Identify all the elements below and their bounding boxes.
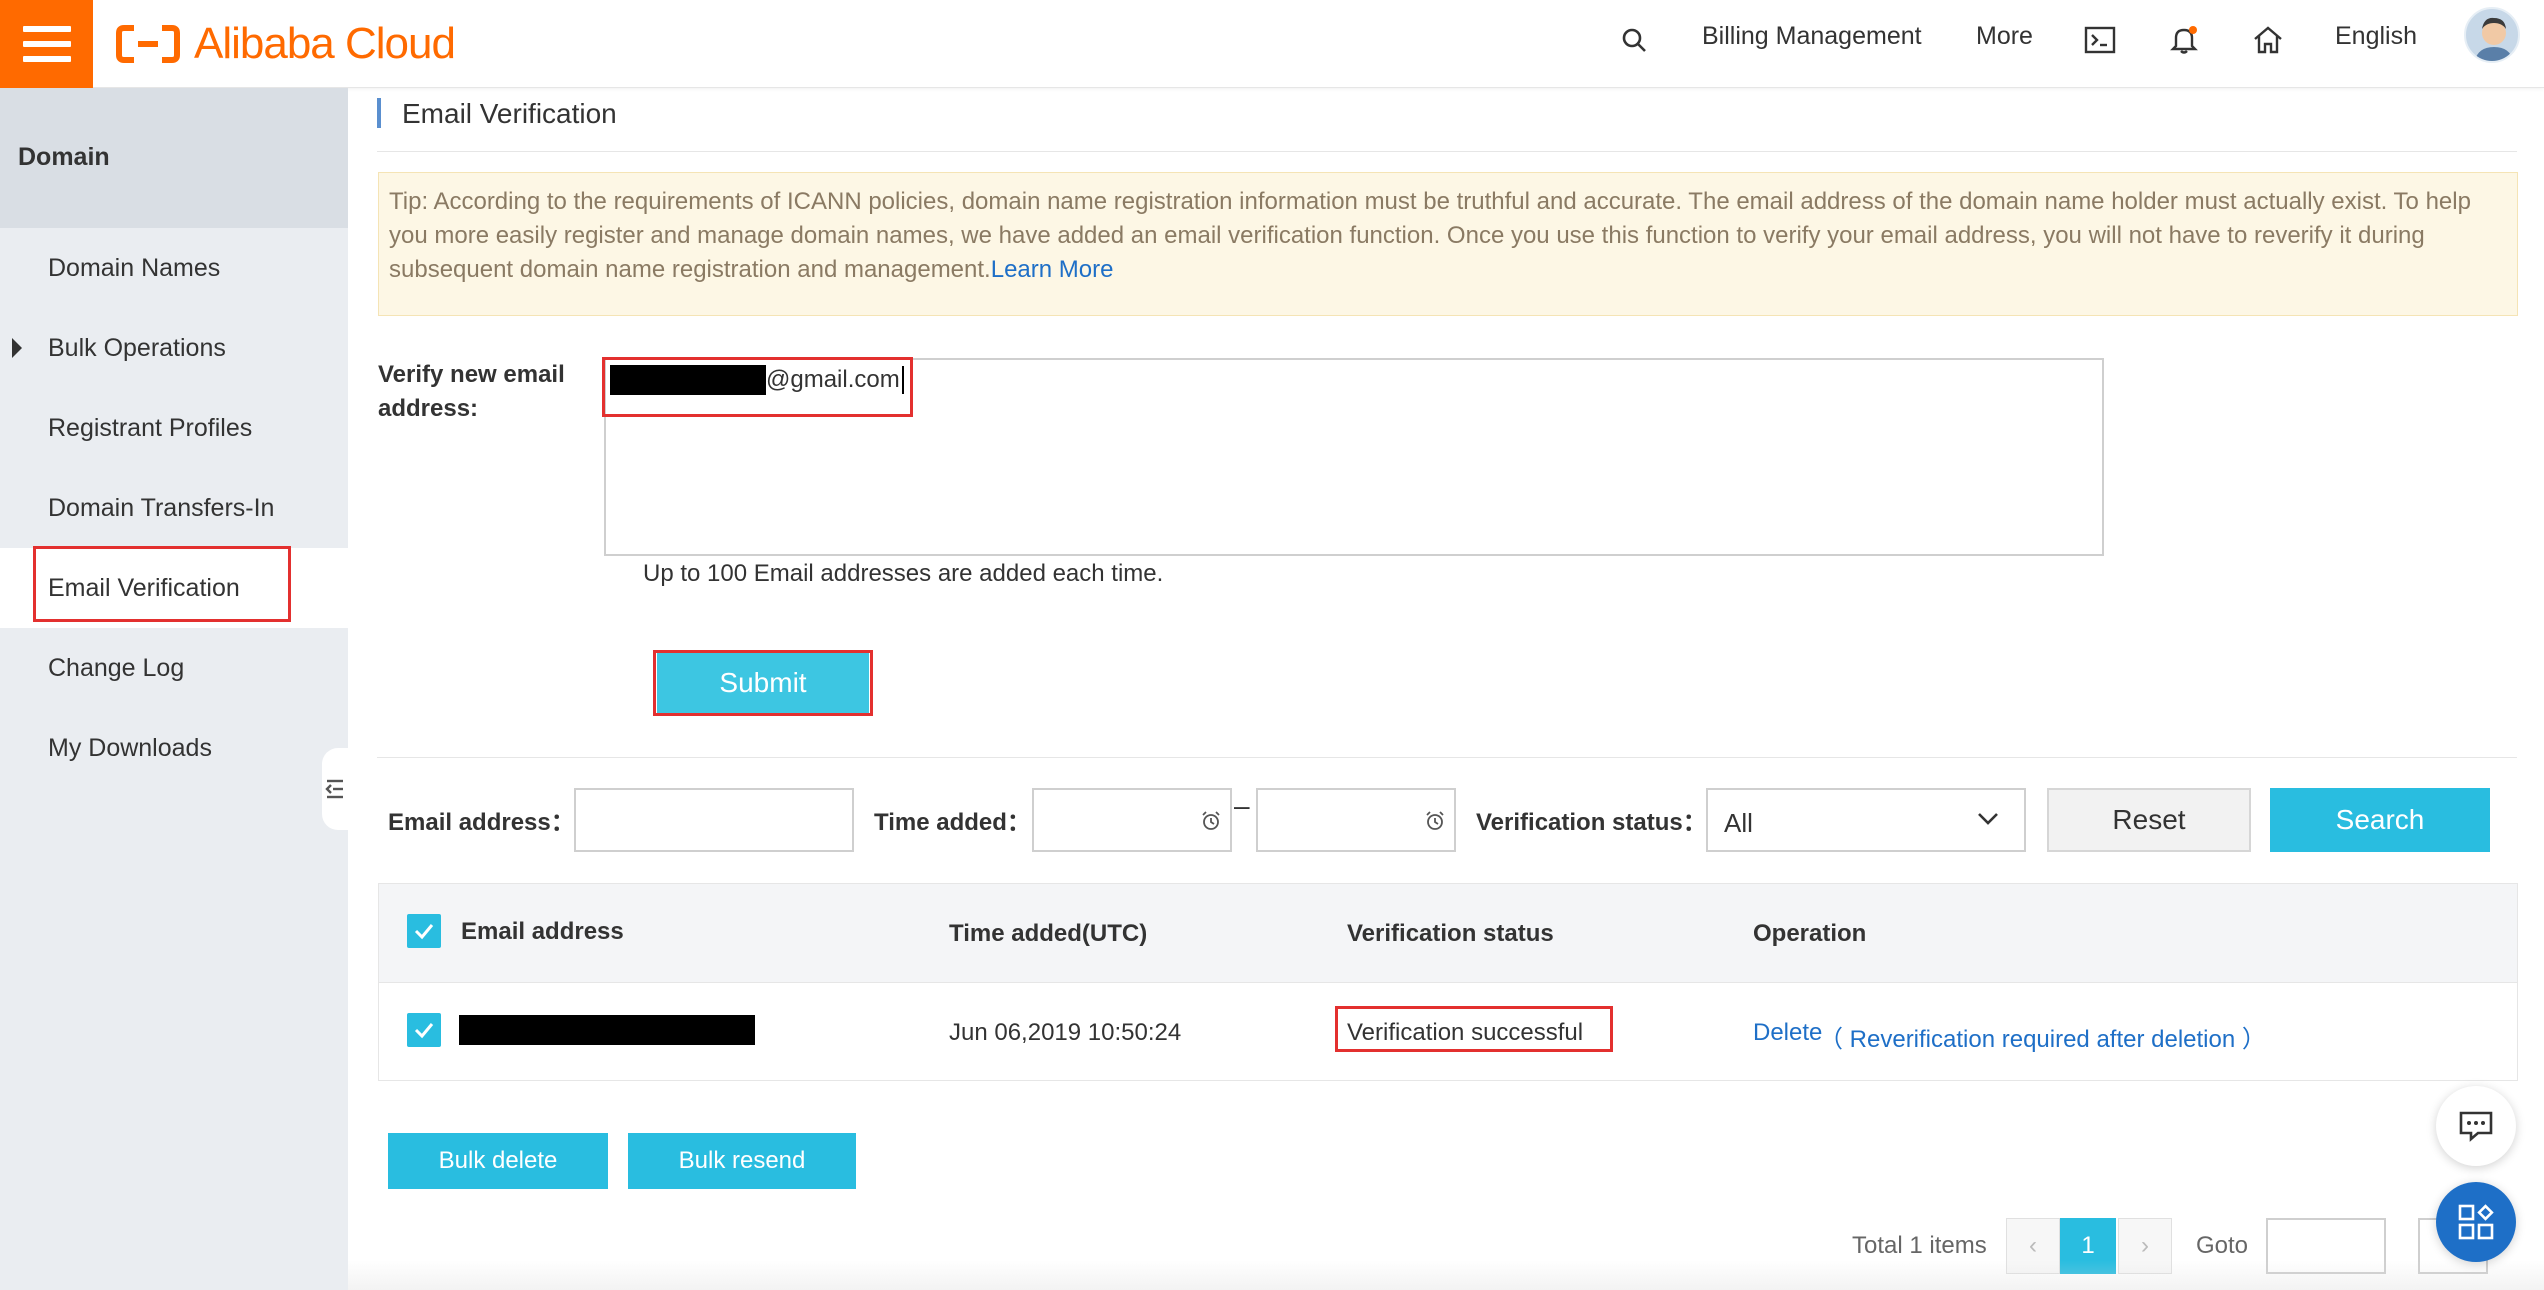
email-input-value: @gmail.com bbox=[604, 362, 904, 398]
divider bbox=[377, 757, 2517, 758]
sidebar-item-label: Bulk Operations bbox=[48, 334, 226, 362]
chat-icon[interactable] bbox=[2436, 1086, 2516, 1166]
column-email: Email address bbox=[461, 918, 624, 945]
tip-banner: Tip: According to the requirements of IC… bbox=[378, 172, 2518, 316]
verify-email-label: Verify new email address: bbox=[378, 361, 565, 422]
reset-button[interactable]: Reset bbox=[2047, 788, 2251, 852]
apps-icon[interactable] bbox=[2436, 1182, 2516, 1262]
start-date-input[interactable] bbox=[1032, 788, 1232, 852]
column-operation: Operation bbox=[1753, 920, 1867, 947]
sidebar-item-label: Domain Transfers-In bbox=[48, 494, 275, 522]
pagination-total: Total 1 items bbox=[1852, 1232, 1987, 1259]
search-button[interactable]: Search bbox=[2270, 788, 2490, 852]
clock-icon bbox=[1202, 811, 1220, 830]
email-filter-label: Email address： bbox=[388, 809, 575, 836]
user-avatar-icon bbox=[2474, 17, 2514, 61]
avatar[interactable] bbox=[2464, 7, 2520, 63]
goto-label: Goto bbox=[2196, 1232, 2249, 1259]
sidebar-title: Domain bbox=[18, 143, 110, 171]
alibaba-cloud-logo-icon bbox=[116, 25, 180, 63]
sidebar-item-domain-names[interactable]: Domain Names bbox=[0, 228, 348, 308]
check-icon bbox=[414, 924, 434, 940]
title-accent bbox=[377, 98, 381, 128]
reverification-note: （ Reverification required after deletion… bbox=[1819, 1026, 2266, 1053]
sidebar: Domain Domain Names Bulk Operations Regi… bbox=[0, 88, 348, 1290]
column-time-added: Time added(UTC) bbox=[949, 920, 1148, 947]
clock-icon bbox=[1426, 811, 1444, 830]
sidebar-item-domain-transfers-in[interactable]: Domain Transfers-In bbox=[0, 468, 348, 548]
email-hint: Up to 100 Email addresses are added each… bbox=[643, 560, 1164, 587]
divider bbox=[377, 151, 2517, 152]
status-cell: Verification successful bbox=[1347, 1019, 1584, 1046]
column-verification-status: Verification status bbox=[1347, 920, 1554, 947]
sidebar-item-label: Email Verification bbox=[48, 574, 240, 602]
submit-button[interactable]: Submit bbox=[657, 653, 869, 713]
billing-management-link[interactable]: Billing Management bbox=[1702, 22, 1922, 51]
learn-more-link[interactable]: Learn More bbox=[991, 256, 1114, 283]
text-cursor bbox=[901, 366, 904, 394]
chevron-down-icon bbox=[1978, 813, 1998, 825]
terminal-icon[interactable] bbox=[2080, 20, 2120, 60]
sidebar-item-label: Change Log bbox=[48, 654, 185, 682]
table-header: Email address Time added(UTC) Verificati… bbox=[379, 884, 2517, 982]
select-value: All bbox=[1724, 808, 1753, 838]
time-added-label: Time added： bbox=[874, 809, 1031, 836]
sidebar-item-email-verification[interactable]: Email Verification bbox=[0, 548, 348, 628]
top-bar: Alibaba Cloud Billing Management More En… bbox=[0, 0, 2544, 88]
bulk-delete-button[interactable]: Bulk delete bbox=[388, 1133, 608, 1189]
bottom-shadow bbox=[348, 1260, 2544, 1290]
more-menu[interactable]: More bbox=[1976, 22, 2033, 51]
email-table: Email address Time added(UTC) Verificati… bbox=[378, 883, 2518, 1081]
redacted-email bbox=[459, 1015, 755, 1045]
page-title: Email Verification bbox=[402, 98, 617, 129]
email-filter-input[interactable] bbox=[574, 788, 854, 852]
sidebar-collapse-icon[interactable] bbox=[322, 748, 348, 830]
sidebar-item-my-downloads[interactable]: My Downloads bbox=[0, 708, 348, 788]
redacted-text bbox=[610, 365, 766, 395]
sidebar-item-label: My Downloads bbox=[48, 734, 212, 762]
language-selector[interactable]: English bbox=[2335, 22, 2417, 51]
menu-icon[interactable] bbox=[0, 0, 93, 88]
sidebar-item-bulk-operations[interactable]: Bulk Operations bbox=[0, 308, 348, 388]
time-added-cell: Jun 06,2019 10:50:24 bbox=[949, 1019, 1182, 1046]
email-suffix: @gmail.com bbox=[766, 366, 900, 393]
search-icon[interactable] bbox=[1614, 20, 1654, 60]
sidebar-item-label: Registrant Profiles bbox=[48, 414, 253, 442]
sidebar-item-change-log[interactable]: Change Log bbox=[0, 628, 348, 708]
delete-link[interactable]: Delete bbox=[1753, 1019, 1822, 1047]
row-checkbox[interactable] bbox=[407, 1013, 441, 1047]
tip-text: Tip: According to the requirements of IC… bbox=[389, 188, 2471, 283]
table-row: Jun 06,2019 10:50:24 Verification succes… bbox=[379, 982, 2517, 1080]
verification-status-label: Verification status： bbox=[1476, 809, 1707, 836]
brand-logo[interactable]: Alibaba Cloud bbox=[116, 18, 456, 70]
end-date-input[interactable] bbox=[1256, 788, 1456, 852]
check-icon bbox=[414, 1023, 434, 1039]
sidebar-header: Domain bbox=[0, 88, 348, 228]
sidebar-item-registrant-profiles[interactable]: Registrant Profiles bbox=[0, 388, 348, 468]
sidebar-item-label: Domain Names bbox=[48, 254, 221, 282]
date-range-separator: – bbox=[1234, 790, 1250, 821]
bulk-resend-button[interactable]: Bulk resend bbox=[628, 1133, 856, 1189]
bell-icon[interactable] bbox=[2164, 20, 2204, 60]
caret-right-icon bbox=[12, 338, 22, 358]
verification-status-select[interactable]: All bbox=[1706, 788, 2026, 852]
home-icon[interactable] bbox=[2248, 20, 2288, 60]
brand-name: Alibaba Cloud bbox=[194, 19, 456, 68]
select-all-checkbox[interactable] bbox=[407, 914, 441, 948]
